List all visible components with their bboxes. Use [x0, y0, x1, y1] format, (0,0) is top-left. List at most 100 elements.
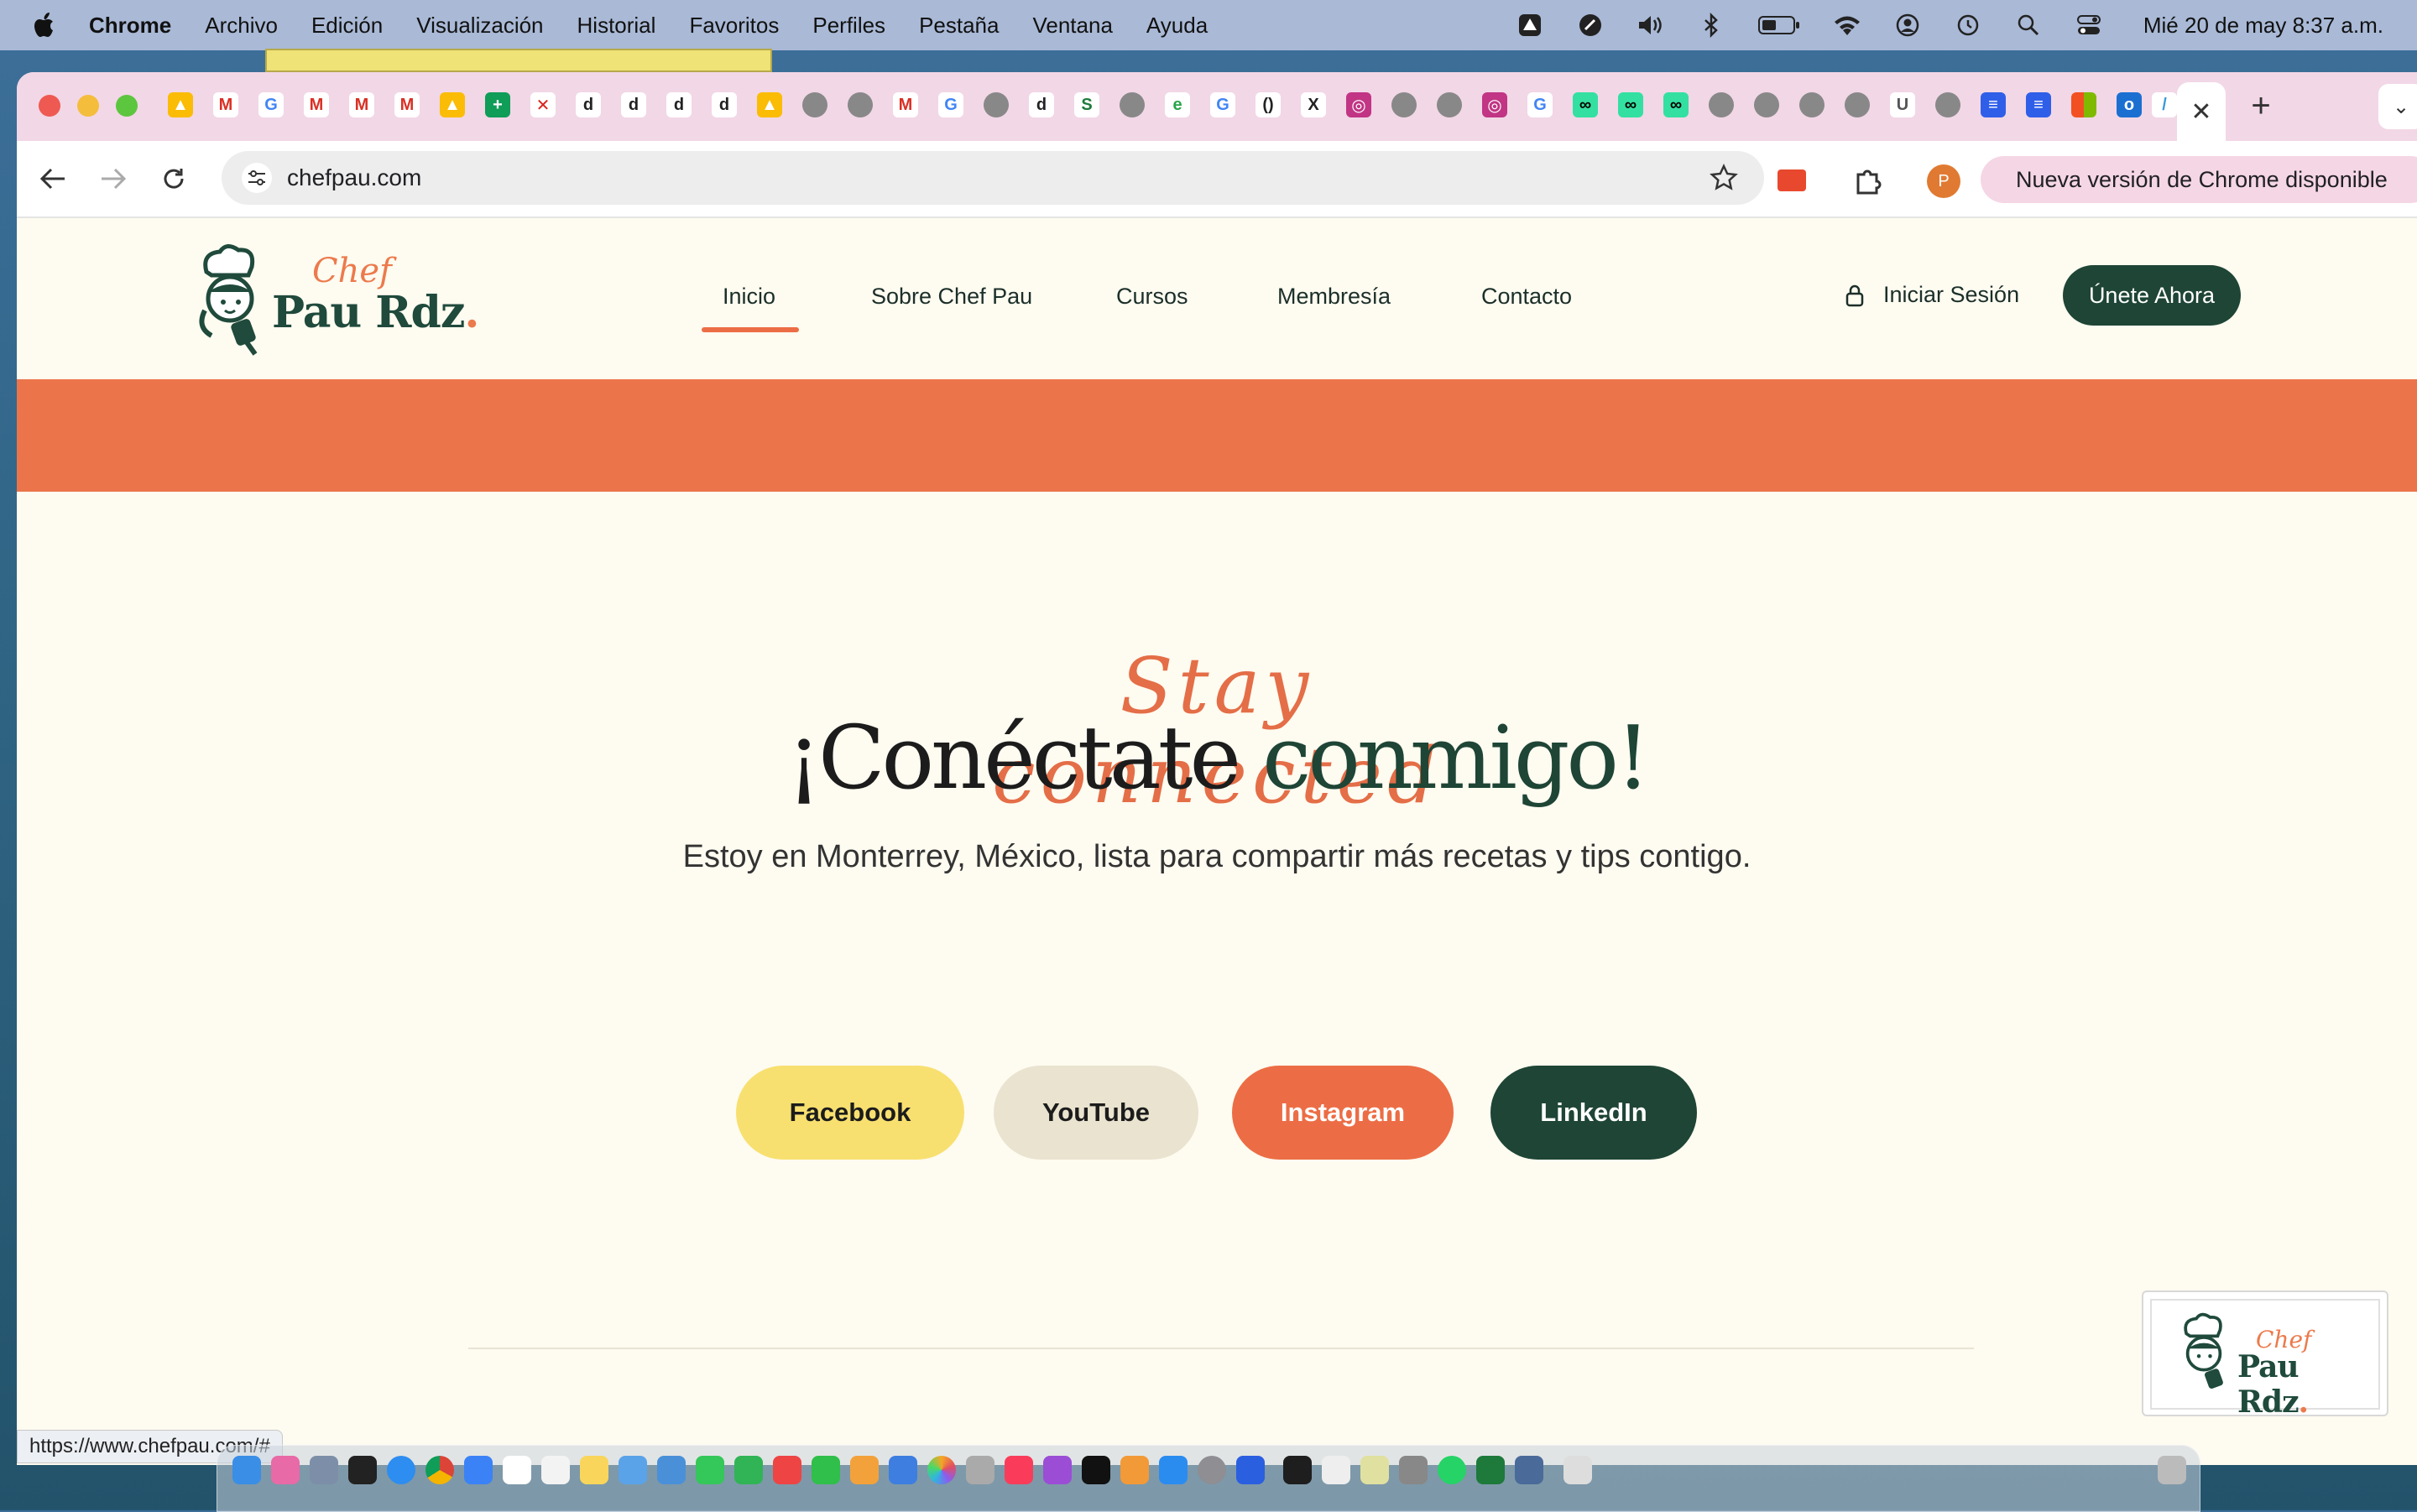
- tv-dock-icon[interactable]: [1082, 1456, 1110, 1484]
- app-dock-icon[interactable]: [619, 1456, 647, 1484]
- bank-tab-icon[interactable]: ✕: [530, 92, 556, 117]
- instagram-tab-icon[interactable]: ◎: [1346, 92, 1371, 117]
- control-center-icon[interactable]: [2075, 11, 2103, 39]
- bookmark-star-icon[interactable]: [1709, 163, 1739, 193]
- instagram-tab-icon[interactable]: ◎: [1482, 92, 1507, 117]
- join-now-button[interactable]: Únete Ahora: [2063, 265, 2241, 326]
- app-dock-icon[interactable]: [1399, 1456, 1428, 1484]
- wifi-icon[interactable]: [1833, 11, 1861, 39]
- google-drive-tab-icon[interactable]: ▲: [168, 92, 193, 117]
- google-tab-icon[interactable]: G: [938, 92, 963, 117]
- excel-dock-icon[interactable]: [1476, 1456, 1505, 1484]
- gmail-tab-icon[interactable]: M: [304, 92, 329, 117]
- outlook-tab-icon[interactable]: o: [2117, 92, 2142, 117]
- reload-icon[interactable]: [154, 159, 193, 198]
- tab-search-chevron-icon[interactable]: ⌄: [2378, 84, 2417, 129]
- apple-icon[interactable]: [34, 11, 57, 39]
- youtube-button[interactable]: YouTube: [994, 1066, 1198, 1160]
- facebook-button[interactable]: Facebook: [736, 1066, 964, 1160]
- site-logo[interactable]: Chef Pau Rdz.: [195, 243, 505, 356]
- drive-status-icon[interactable]: [1516, 11, 1544, 39]
- nav-inicio[interactable]: Inicio: [723, 284, 775, 310]
- linkedin-button[interactable]: LinkedIn: [1490, 1066, 1697, 1160]
- menu-perfiles[interactable]: Perfiles: [812, 13, 885, 39]
- battery-icon[interactable]: [1757, 11, 1801, 39]
- d-app-tab-icon[interactable]: d: [576, 92, 601, 117]
- microsoft-tab-icon[interactable]: [2071, 92, 2096, 117]
- forms-tab-icon[interactable]: ≡: [1981, 92, 2006, 117]
- menu-ayuda[interactable]: Ayuda: [1146, 13, 1208, 39]
- d-app-tab-icon[interactable]: d: [1029, 92, 1054, 117]
- chrome-update-button[interactable]: Nueva versión de Chrome disponible: [1981, 156, 2417, 203]
- safari-dock-icon[interactable]: [387, 1456, 415, 1484]
- google-drive-tab-icon[interactable]: ▲: [440, 92, 465, 117]
- spotlight-search-icon[interactable]: [2014, 11, 2043, 39]
- floating-logo-card[interactable]: Chef Pau Rdz.: [2142, 1290, 2388, 1420]
- books-dock-icon[interactable]: [1120, 1456, 1149, 1484]
- launchpad-dock-icon[interactable]: [310, 1456, 338, 1484]
- google-tab-icon[interactable]: G: [1210, 92, 1235, 117]
- gmail-tab-icon[interactable]: M: [893, 92, 918, 117]
- new-tab-button[interactable]: +: [2244, 89, 2278, 123]
- globe-tab-icon[interactable]: [1120, 92, 1145, 117]
- address-bar[interactable]: chefpau.com: [222, 151, 1764, 205]
- login-link[interactable]: Iniciar Sesión: [1845, 282, 2019, 308]
- globe-tab-icon[interactable]: [1935, 92, 1960, 117]
- settings-dock-icon[interactable]: [1198, 1456, 1226, 1484]
- se-tab-icon[interactable]: S: [1074, 92, 1099, 117]
- tripadvisor-tab-icon[interactable]: ∞: [1573, 92, 1598, 117]
- tripadvisor-tab-icon[interactable]: ∞: [1663, 92, 1689, 117]
- back-arrow-icon[interactable]: [34, 159, 72, 198]
- background-sticky-note[interactable]: [265, 49, 772, 72]
- menu-historial[interactable]: Historial: [577, 13, 656, 39]
- calendar-dock-icon[interactable]: [503, 1456, 531, 1484]
- finder-dock-icon[interactable]: [232, 1456, 261, 1484]
- x-tab-icon[interactable]: X: [1301, 92, 1326, 117]
- app-dock-icon[interactable]: [657, 1456, 686, 1484]
- app-dock-icon[interactable]: [1236, 1456, 1265, 1484]
- mail-dock-icon[interactable]: [464, 1456, 493, 1484]
- globe-tab-icon[interactable]: [1799, 92, 1824, 117]
- menu-app-chrome[interactable]: Chrome: [89, 13, 171, 39]
- sync-status-icon[interactable]: [1576, 11, 1605, 39]
- whatsapp-dock-icon[interactable]: [1438, 1456, 1466, 1484]
- google-sheets-tab-icon[interactable]: +: [485, 92, 510, 117]
- document-dock-icon[interactable]: [1563, 1456, 1592, 1484]
- tripadvisor-tab-icon[interactable]: ∞: [1618, 92, 1643, 117]
- photos-dock-icon[interactable]: [927, 1456, 956, 1484]
- gmail-tab-icon[interactable]: M: [394, 92, 420, 117]
- menu-favoritos[interactable]: Favoritos: [689, 13, 779, 39]
- app-dock-icon[interactable]: [348, 1456, 377, 1484]
- messages-dock-icon[interactable]: [696, 1456, 724, 1484]
- google-tab-icon[interactable]: G: [1527, 92, 1553, 117]
- nav-cursos[interactable]: Cursos: [1116, 284, 1188, 310]
- extension-red-icon[interactable]: [1778, 169, 1806, 191]
- zoom-window-icon[interactable]: [116, 95, 138, 117]
- reminders-dock-icon[interactable]: [541, 1456, 570, 1484]
- globe-tab-icon[interactable]: [1845, 92, 1870, 117]
- app-dock-icon[interactable]: [1322, 1456, 1350, 1484]
- globe-tab-icon[interactable]: [1754, 92, 1779, 117]
- globe-tab-icon[interactable]: [984, 92, 1009, 117]
- google-tab-icon[interactable]: G: [258, 92, 284, 117]
- facetime-dock-icon[interactable]: [734, 1456, 763, 1484]
- forms-tab-icon[interactable]: ≡: [2026, 92, 2051, 117]
- menu-archivo[interactable]: Archivo: [205, 13, 278, 39]
- pages-dock-icon[interactable]: [850, 1456, 879, 1484]
- globe-tab-icon[interactable]: [848, 92, 873, 117]
- active-tab-close-icon[interactable]: ✕: [2177, 82, 2226, 141]
- close-window-icon[interactable]: [39, 95, 60, 117]
- menu-edicion[interactable]: Edición: [311, 13, 383, 39]
- app-dock-icon[interactable]: [773, 1456, 801, 1484]
- globe-tab-icon[interactable]: [1709, 92, 1734, 117]
- app-dock-icon[interactable]: [1360, 1456, 1389, 1484]
- podcasts-dock-icon[interactable]: [1043, 1456, 1072, 1484]
- profile-avatar[interactable]: P: [1927, 164, 1960, 198]
- forward-arrow-icon[interactable]: [94, 159, 133, 198]
- numbers-dock-icon[interactable]: [812, 1456, 840, 1484]
- user-account-icon[interactable]: [1893, 11, 1922, 39]
- instagram-button[interactable]: Instagram: [1232, 1066, 1454, 1160]
- terminal-dock-icon[interactable]: [1283, 1456, 1312, 1484]
- d-app-tab-icon[interactable]: d: [666, 92, 692, 117]
- url-text[interactable]: chefpau.com: [287, 164, 421, 191]
